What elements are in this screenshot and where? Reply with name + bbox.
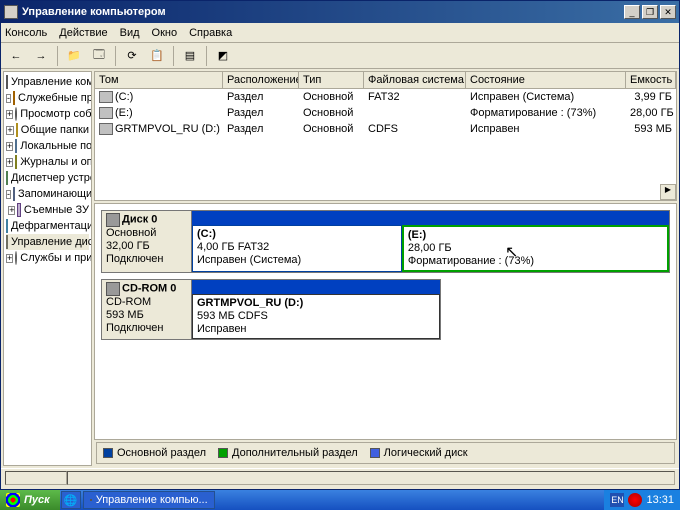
windows-logo-icon bbox=[6, 493, 20, 507]
expand-icon[interactable]: + bbox=[8, 206, 15, 215]
partition-c[interactable]: (C:)4,00 ГБ FAT32Исправен (Система) bbox=[192, 225, 402, 272]
list-icon[interactable]: ▤ bbox=[179, 45, 201, 67]
disk-header-bar bbox=[192, 211, 669, 225]
close-button[interactable]: ✕ bbox=[660, 5, 676, 19]
tool-icon[interactable]: 🗔 bbox=[88, 45, 110, 67]
col-status[interactable]: Состояние bbox=[466, 72, 626, 88]
expand-icon[interactable]: + bbox=[6, 158, 13, 167]
scroll-right-icon[interactable]: ▶ bbox=[660, 184, 676, 200]
minimize-button[interactable]: _ bbox=[624, 5, 640, 19]
col-volume[interactable]: Том bbox=[95, 72, 223, 88]
legend-swatch-primary bbox=[103, 448, 113, 458]
cd-icon bbox=[99, 123, 113, 135]
disk-row[interactable]: CD-ROM 0CD-ROM593 МБПодключен GRTMPVOL_R… bbox=[101, 279, 441, 340]
disk-info: Диск 0Основной32,00 ГБПодключен bbox=[102, 211, 192, 272]
tree-devmgr[interactable]: Диспетчер устройств bbox=[6, 170, 89, 186]
tree-diskmgmt[interactable]: Управление дисками bbox=[6, 234, 89, 250]
window-title: Управление компьютером bbox=[22, 6, 624, 18]
removable-icon bbox=[17, 203, 20, 217]
partition-e[interactable]: (E:)28,00 ГБФорматирование : (73%) bbox=[402, 225, 669, 272]
up-button[interactable]: 📁 bbox=[63, 45, 85, 67]
tree-root[interactable]: Управление компьютером (локал bbox=[6, 74, 89, 90]
taskbar: Пуск 🌐 Управление компью... EN 13:31 bbox=[0, 490, 680, 510]
defrag-icon bbox=[6, 219, 8, 233]
statusbar bbox=[1, 468, 679, 486]
props-icon[interactable]: 📋 bbox=[146, 45, 168, 67]
logs-icon bbox=[15, 155, 17, 169]
tray[interactable]: EN 13:31 bbox=[604, 490, 680, 510]
quicklaunch-ie[interactable]: 🌐 bbox=[61, 491, 81, 509]
refresh-icon[interactable]: ⟳ bbox=[121, 45, 143, 67]
col-fs[interactable]: Файловая система bbox=[364, 72, 466, 88]
legend-swatch-logical bbox=[370, 448, 380, 458]
forward-button[interactable]: → bbox=[30, 45, 52, 67]
disk-header-bar bbox=[192, 280, 440, 294]
computer-icon bbox=[6, 75, 8, 89]
tree-pane[interactable]: Управление компьютером (локал -Служебные… bbox=[3, 71, 92, 466]
cdrom-icon bbox=[106, 282, 120, 296]
menu-console[interactable]: Консоль bbox=[5, 27, 47, 39]
list-row[interactable]: GRTMPVOL_RU (D:)РазделОсновнойCDFSИсправ… bbox=[95, 121, 676, 137]
tree-tools[interactable]: -Служебные программы bbox=[6, 90, 89, 106]
tools-icon bbox=[13, 91, 15, 105]
gear-icon bbox=[15, 251, 17, 265]
region-icon[interactable]: ◩ bbox=[212, 45, 234, 67]
disk-icon bbox=[106, 213, 120, 227]
volume-list[interactable]: Том Расположение Тип Файловая система Со… bbox=[94, 71, 677, 201]
col-capacity[interactable]: Емкость bbox=[626, 72, 676, 88]
devmgr-icon bbox=[6, 171, 8, 185]
partition-d[interactable]: GRTMPVOL_RU (D:)593 МБ CDFSИсправен bbox=[192, 294, 440, 339]
col-type[interactable]: Тип bbox=[299, 72, 364, 88]
expand-icon[interactable]: + bbox=[6, 126, 13, 135]
list-row[interactable]: (C:)РазделОсновнойFAT32Исправен (Система… bbox=[95, 89, 676, 105]
disk-row[interactable]: Диск 0Основной32,00 ГБПодключен (C:)4,00… bbox=[101, 210, 670, 273]
expand-icon[interactable]: + bbox=[6, 142, 13, 151]
tree-storage[interactable]: -Запоминающие устройства bbox=[6, 186, 89, 202]
menu-action[interactable]: Действие bbox=[59, 27, 107, 39]
users-icon bbox=[15, 139, 17, 153]
diskmgmt-icon bbox=[6, 235, 8, 249]
tree-users[interactable]: +Локальные пользователи bbox=[6, 138, 89, 154]
back-button[interactable]: ← bbox=[5, 45, 27, 67]
lang-indicator[interactable]: EN bbox=[610, 493, 624, 507]
menu-view[interactable]: Вид bbox=[120, 27, 140, 39]
expand-icon[interactable]: + bbox=[6, 110, 13, 119]
storage-icon bbox=[13, 187, 15, 201]
volume-icon bbox=[99, 91, 113, 103]
tray-shield-icon[interactable] bbox=[628, 493, 642, 507]
tree-removable[interactable]: +Съемные ЗУ bbox=[6, 202, 89, 218]
collapse-icon[interactable]: - bbox=[6, 190, 11, 199]
app-icon bbox=[4, 5, 18, 19]
legend-swatch-extended bbox=[218, 448, 228, 458]
events-icon bbox=[15, 107, 17, 121]
col-layout[interactable]: Расположение bbox=[223, 72, 299, 88]
expand-icon[interactable]: + bbox=[6, 254, 13, 263]
taskbar-app[interactable]: Управление компью... bbox=[83, 491, 215, 509]
legend: Основной раздел Дополнительный раздел Ло… bbox=[96, 442, 675, 464]
collapse-icon[interactable]: - bbox=[6, 94, 11, 103]
tree-defrag[interactable]: Дефрагментация диска bbox=[6, 218, 89, 234]
disk-info: CD-ROM 0CD-ROM593 МБПодключен bbox=[102, 280, 192, 339]
menubar: Консоль Действие Вид Окно Справка bbox=[1, 23, 679, 43]
start-button[interactable]: Пуск bbox=[0, 490, 60, 510]
list-row[interactable]: (E:)РазделОсновнойФорматирование : (73%)… bbox=[95, 105, 676, 121]
volume-icon bbox=[99, 107, 113, 119]
tree-logs[interactable]: +Журналы и оповещения bbox=[6, 154, 89, 170]
folder-icon bbox=[16, 123, 18, 137]
tree-shared[interactable]: +Общие папки bbox=[6, 122, 89, 138]
restore-button[interactable]: ❐ bbox=[642, 5, 658, 19]
menu-window[interactable]: Окно bbox=[152, 27, 178, 39]
disk-graphic-pane[interactable]: Диск 0Основной32,00 ГБПодключен (C:)4,00… bbox=[94, 203, 677, 440]
clock[interactable]: 13:31 bbox=[646, 494, 674, 506]
tree-events[interactable]: +Просмотр событий bbox=[6, 106, 89, 122]
app-icon bbox=[90, 499, 92, 501]
toolbar: ← → 📁 🗔 ⟳ 📋 ▤ ◩ bbox=[1, 43, 679, 69]
titlebar: Управление компьютером _ ❐ ✕ bbox=[1, 1, 679, 23]
tree-services[interactable]: +Службы и приложения bbox=[6, 250, 89, 266]
menu-help[interactable]: Справка bbox=[189, 27, 232, 39]
